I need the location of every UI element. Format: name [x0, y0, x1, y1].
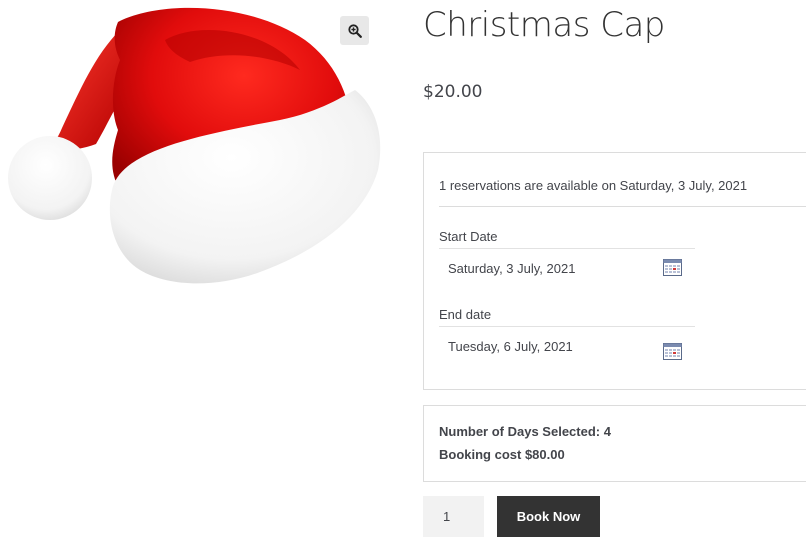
booking-cost-text: Booking cost $80.00 — [439, 447, 565, 462]
booking-form: 1 reservations are available on Saturday… — [423, 152, 806, 390]
calendar-icon[interactable] — [663, 343, 682, 360]
days-selected-text: Number of Days Selected: 4 — [439, 424, 611, 439]
book-now-button[interactable]: Book Now — [497, 496, 600, 537]
booking-summary: Number of Days Selected: 4 Booking cost … — [423, 405, 806, 482]
product-image[interactable] — [0, 0, 390, 300]
start-date-label: Start Date — [439, 229, 498, 244]
divider — [439, 206, 806, 207]
end-date-field[interactable]: Tuesday, 6 July, 2021 — [448, 339, 573, 354]
product-title: Christmas Cap — [423, 5, 665, 45]
santa-hat-image — [8, 7, 381, 284]
divider — [439, 248, 695, 249]
availability-message: 1 reservations are available on Saturday… — [439, 178, 748, 193]
product-price: $20.00 — [423, 82, 483, 102]
calendar-icon[interactable] — [663, 259, 682, 276]
start-date-field[interactable]: Saturday, 3 July, 2021 — [448, 261, 575, 276]
end-date-label: End date — [439, 307, 492, 322]
zoom-button[interactable] — [340, 16, 369, 45]
divider — [439, 326, 695, 327]
quantity-input[interactable] — [423, 496, 484, 537]
zoom-in-icon — [347, 23, 362, 38]
